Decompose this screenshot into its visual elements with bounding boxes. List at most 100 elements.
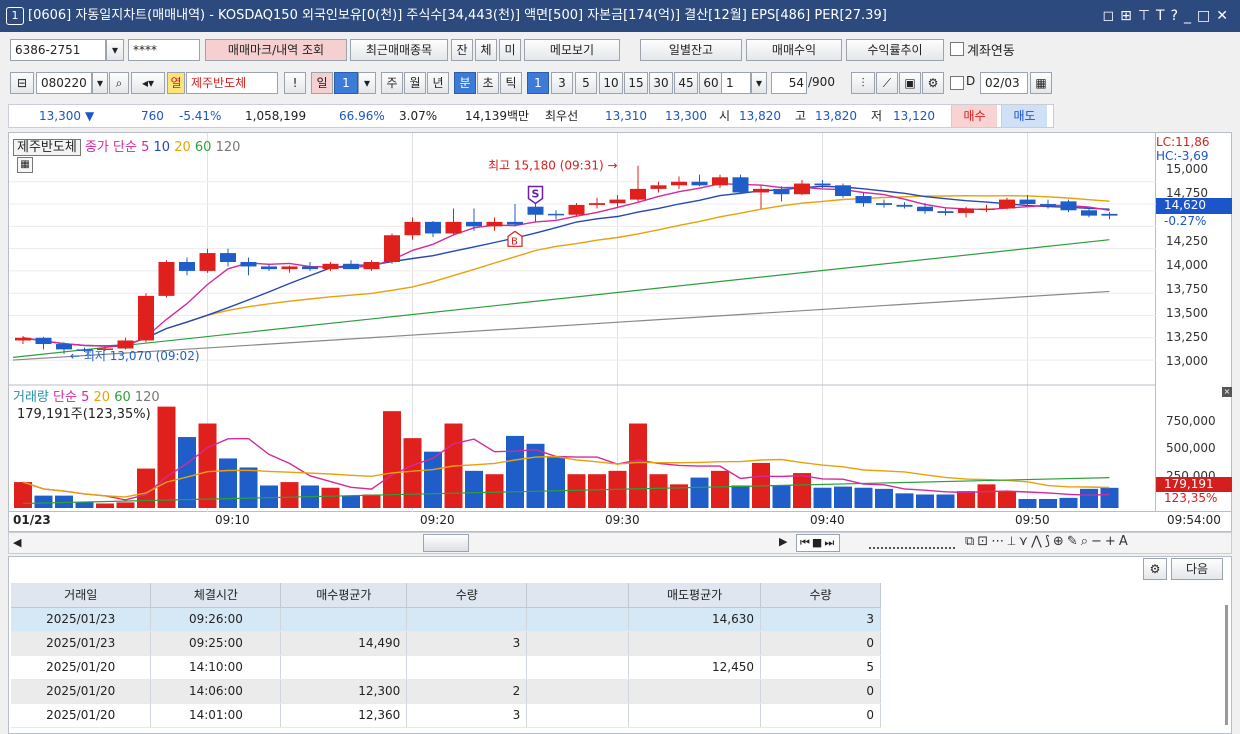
volume-close-icon[interactable]: × bbox=[1222, 387, 1232, 397]
interval-count-dropdown[interactable]: ▾ bbox=[751, 72, 767, 94]
stock-code-input[interactable]: 080220 bbox=[36, 72, 92, 94]
rewind-icon[interactable]: ⏮ bbox=[800, 536, 812, 549]
tool-icon[interactable]: ⧉ bbox=[965, 534, 977, 549]
title-bar-icons[interactable]: ◻⊞⊤T?_□✕ bbox=[1102, 0, 1234, 32]
font-icon[interactable]: T bbox=[1156, 8, 1171, 24]
scroll-right-icon[interactable]: ▶ bbox=[779, 535, 787, 548]
interval-1-button[interactable]: 1 bbox=[527, 72, 549, 94]
interval-45-button[interactable]: 45 bbox=[674, 72, 698, 94]
speaker-icon[interactable]: ◂▾ bbox=[131, 72, 165, 94]
text-icon[interactable]: A bbox=[1119, 534, 1131, 549]
trade-mark-query-button[interactable]: 매매마크/내역 조회 bbox=[205, 39, 347, 61]
table-row[interactable]: 2025/01/23 09:26:00 14,630 3 bbox=[11, 607, 881, 632]
col-exec-time[interactable]: 체결시간 bbox=[150, 583, 282, 608]
stop-icon[interactable]: ■ bbox=[812, 536, 824, 549]
maximize-icon[interactable]: □ bbox=[1197, 8, 1216, 24]
tool-icon[interactable]: ⟂ bbox=[1007, 534, 1018, 549]
playback-controls[interactable]: ⏮■⏭ bbox=[796, 534, 841, 552]
period-dropdown-button[interactable]: ▾ bbox=[358, 72, 376, 94]
interval-3-button[interactable]: 3 bbox=[551, 72, 573, 94]
chart-panel[interactable]: 최고 15,180 (09:31) → ← 최저 13,070 (09:02) S B… bbox=[8, 132, 1157, 513]
scroll-left-icon[interactable]: ◀ bbox=[13, 536, 21, 549]
grid-toggle-icon[interactable]: ▦ bbox=[17, 157, 33, 173]
play-icon[interactable]: ⏭ bbox=[824, 536, 836, 549]
settings-gear-icon[interactable]: ⚙ bbox=[922, 72, 944, 94]
daily-balance-button[interactable]: 일별잔고 bbox=[640, 39, 742, 61]
period-day-count[interactable]: 1 bbox=[334, 72, 358, 94]
hangul-toggle-button[interactable]: 열 bbox=[167, 72, 185, 94]
help-icon[interactable]: ? bbox=[1171, 8, 1184, 24]
save-icon[interactable]: ▣ bbox=[899, 72, 921, 94]
interval-5-button[interactable]: 5 bbox=[575, 72, 597, 94]
executed-button[interactable]: 체 bbox=[475, 39, 497, 61]
table-row[interactable]: 2025/01/20 14:01:00 12,360 3 0 bbox=[11, 703, 881, 728]
tool-icon[interactable]: ⊡ bbox=[977, 534, 991, 549]
vertical-scrollbar[interactable] bbox=[1225, 605, 1228, 725]
line-tool-icon[interactable]: ⟋ bbox=[876, 72, 898, 94]
col-trade-date[interactable]: 거래일 bbox=[11, 583, 152, 608]
layout-icon[interactable]: ⊟ bbox=[10, 72, 34, 94]
period-minute-button[interactable]: 분 bbox=[454, 72, 476, 94]
date-checkbox[interactable] bbox=[950, 76, 964, 90]
minimize-icon[interactable]: _ bbox=[1184, 8, 1197, 24]
interval-30-button[interactable]: 30 bbox=[649, 72, 673, 94]
buy-button[interactable]: 매수 bbox=[951, 105, 997, 127]
code-dropdown-button[interactable]: ▾ bbox=[92, 72, 108, 94]
bars-count-input[interactable]: 54 bbox=[771, 72, 807, 94]
period-day-button[interactable]: 일 bbox=[311, 72, 333, 94]
password-input[interactable]: **** bbox=[128, 39, 200, 61]
profit-rate-button[interactable]: 수익률추이 bbox=[846, 39, 944, 61]
trade-profit-button[interactable]: 매매수익 bbox=[746, 39, 842, 61]
tool-icon[interactable]: ⟆ bbox=[1045, 534, 1053, 549]
next-page-button[interactable]: 다음 bbox=[1171, 558, 1223, 580]
tool-icon[interactable]: ⊕ bbox=[1053, 534, 1067, 549]
tool-icon[interactable]: ⋯ bbox=[991, 534, 1007, 549]
tool-icon[interactable]: ⋎ bbox=[1019, 534, 1032, 549]
table-row[interactable]: 2025/01/23 09:25:00 14,490 3 0 bbox=[11, 631, 881, 656]
col-buy-avg[interactable]: 매수평균가 bbox=[280, 583, 408, 608]
zoom-icon[interactable]: ⌕ bbox=[1081, 534, 1091, 549]
table-row[interactable]: 2025/01/20 14:10:00 12,450 5 bbox=[11, 655, 881, 680]
account-input[interactable]: 6386-2751 bbox=[10, 39, 106, 61]
date-input[interactable]: 02/03 bbox=[980, 72, 1028, 94]
balance-button[interactable]: 잔 bbox=[451, 39, 473, 61]
restore-icon[interactable]: ◻ bbox=[1102, 8, 1120, 24]
interval-count-input[interactable]: 1 bbox=[721, 72, 751, 94]
col-buy-qty[interactable]: 수량 bbox=[406, 583, 528, 608]
search-icon[interactable]: ⌕ bbox=[109, 72, 129, 94]
table-row[interactable]: 2025/01/20 14:06:00 12,300 2 0 bbox=[11, 679, 881, 704]
interval-15-button[interactable]: 15 bbox=[624, 72, 648, 94]
period-second-button[interactable]: 초 bbox=[477, 72, 499, 94]
account-link-checkbox[interactable] bbox=[950, 42, 964, 56]
alert-button[interactable]: ! bbox=[284, 72, 306, 94]
period-week-button[interactable]: 주 bbox=[381, 72, 403, 94]
col-sell-avg[interactable]: 매도평균가 bbox=[628, 583, 762, 608]
interval-60-button[interactable]: 60 bbox=[699, 72, 723, 94]
plus-icon[interactable]: + bbox=[1105, 534, 1119, 549]
drawing-tools[interactable]: ⧉⊡⋯⟂⋎⋀⟆⊕✎⌕−+A bbox=[965, 534, 1131, 549]
account-dropdown-button[interactable]: ▾ bbox=[106, 39, 124, 61]
col-sell-qty[interactable]: 수량 bbox=[760, 583, 881, 608]
grid-settings-gear-icon[interactable]: ⚙ bbox=[1143, 558, 1167, 580]
stock-name-field[interactable]: 제주반도체 bbox=[186, 72, 278, 94]
memo-button[interactable]: 메모보기 bbox=[524, 39, 620, 61]
tool-icon[interactable]: ✎ bbox=[1067, 534, 1081, 549]
recent-trade-button[interactable]: 최근매매종목 bbox=[350, 39, 448, 61]
minus-icon[interactable]: − bbox=[1091, 534, 1105, 549]
unfilled-button[interactable]: 미 bbox=[499, 39, 521, 61]
pin-icon[interactable]: ⊤ bbox=[1138, 8, 1156, 24]
interval-10-button[interactable]: 10 bbox=[599, 72, 623, 94]
close-icon[interactable]: ✕ bbox=[1216, 8, 1234, 24]
period-month-button[interactable]: 월 bbox=[404, 72, 426, 94]
tool-icon[interactable]: ⋀ bbox=[1031, 534, 1045, 549]
price-volume-chart[interactable]: 최고 15,180 (09:31) → ← 최저 13,070 (09:02) S B bbox=[9, 133, 1157, 513]
period-tick-button[interactable]: 틱 bbox=[500, 72, 522, 94]
link-icon[interactable]: ⊞ bbox=[1120, 8, 1138, 24]
speed-slider[interactable] bbox=[869, 535, 955, 549]
chart-scrollbar[interactable]: ◀ ▶ ⏮■⏭ ⧉⊡⋯⟂⋎⋀⟆⊕✎⌕−+A bbox=[8, 532, 1232, 554]
period-year-button[interactable]: 년 bbox=[427, 72, 449, 94]
sell-button[interactable]: 매도 bbox=[1001, 105, 1047, 127]
calendar-icon[interactable]: ▦ bbox=[1030, 72, 1052, 94]
scroll-thumb[interactable] bbox=[423, 534, 469, 552]
candle-style-icon[interactable]: ⫶ bbox=[851, 72, 875, 94]
